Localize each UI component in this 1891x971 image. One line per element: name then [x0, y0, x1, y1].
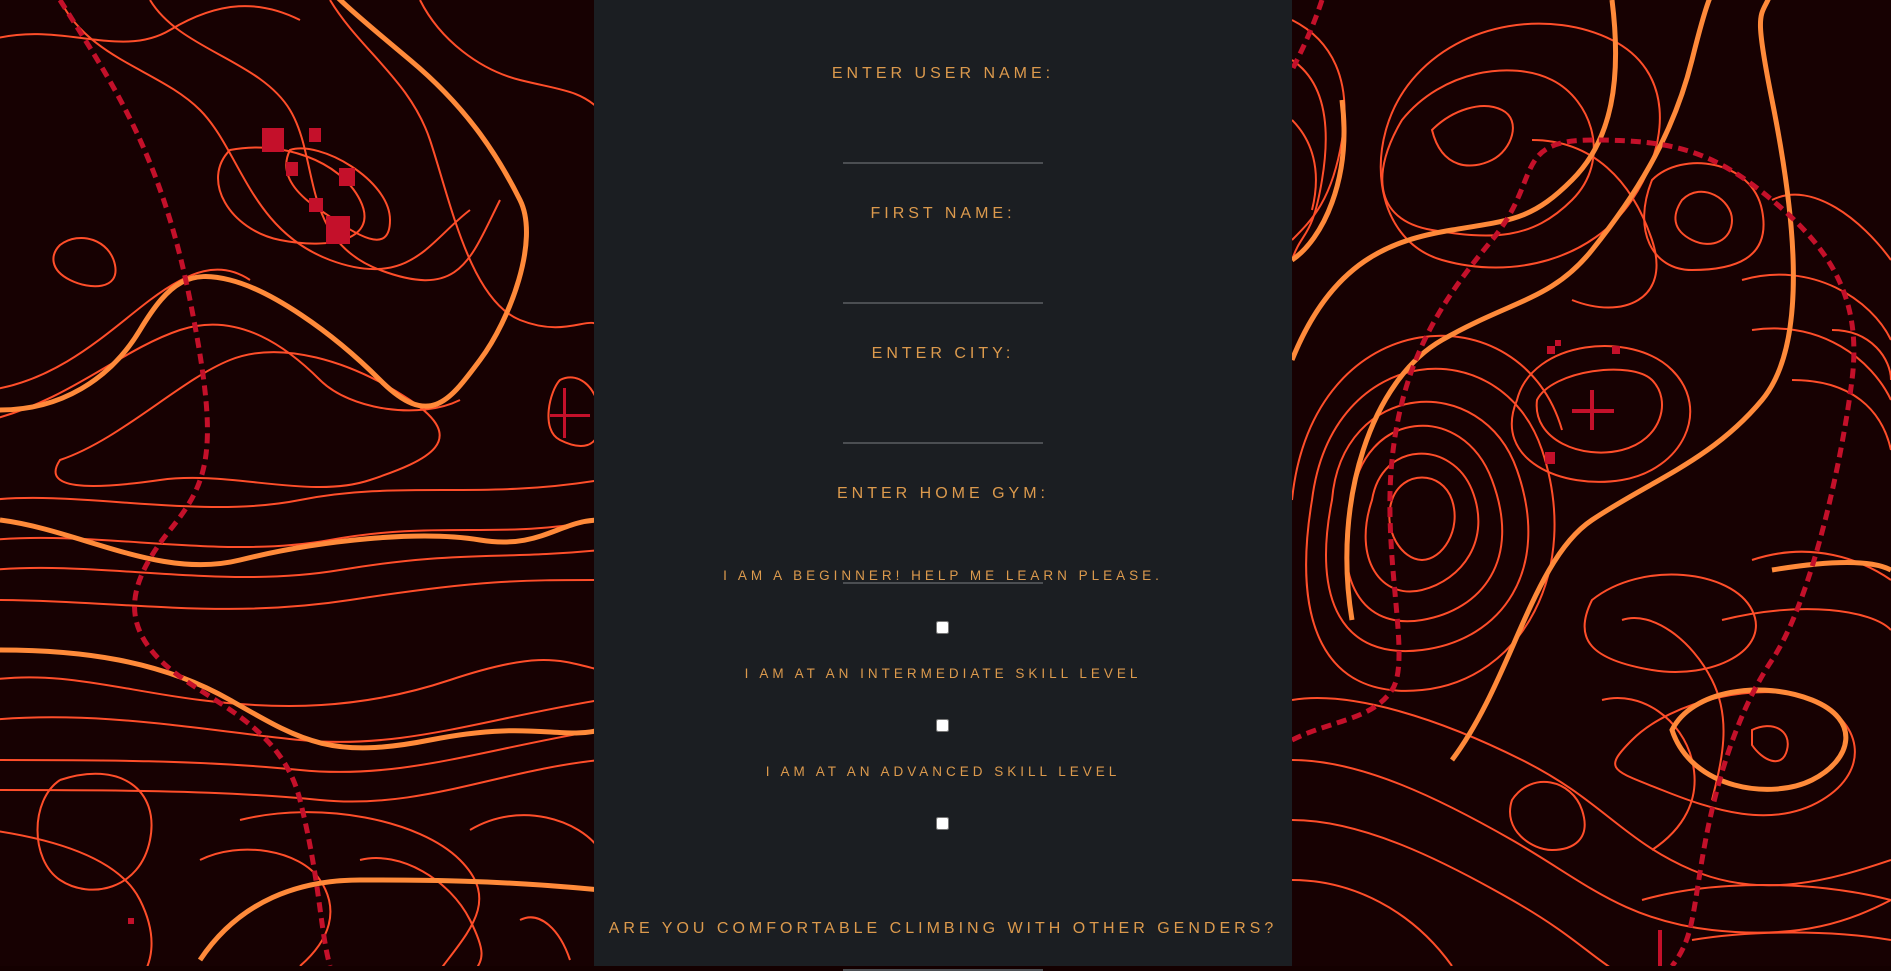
username-input[interactable] — [843, 136, 1043, 164]
topo-map-right — [1292, 0, 1891, 966]
first-name-label: FIRST NAME: — [870, 205, 1016, 222]
topo-map-left-graphic — [0, 0, 594, 966]
topo-map-left — [0, 0, 594, 966]
skill-advanced-checkbox[interactable] — [936, 817, 949, 830]
home-gym-label: ENTER HOME GYM: — [836, 485, 1049, 502]
first-name-input[interactable] — [843, 276, 1043, 304]
registration-form: ENTER USER NAME: FIRST NAME: ENTER CITY:… — [594, 0, 1292, 971]
skill-beginner-checkbox[interactable] — [936, 621, 949, 634]
topo-map-right-graphic — [1292, 0, 1891, 966]
skill-intermediate-label: I AM AT AN INTERMEDIATE SKILL LEVEL — [744, 666, 1142, 681]
city-input[interactable] — [843, 416, 1043, 444]
gender-question-input[interactable] — [843, 943, 1043, 971]
username-label: ENTER USER NAME: — [831, 65, 1055, 82]
gender-question-label: ARE YOU COMFORTABLE CLIMBING WITH OTHER … — [608, 920, 1278, 937]
city-label: ENTER CITY: — [871, 345, 1015, 362]
skill-advanced-label: I AM AT AN ADVANCED SKILL LEVEL — [765, 764, 1121, 779]
skill-beginner-label: I AM A BEGINNER! HELP ME LEARN PLEASE. — [723, 568, 1163, 583]
skill-intermediate-checkbox[interactable] — [936, 719, 949, 732]
